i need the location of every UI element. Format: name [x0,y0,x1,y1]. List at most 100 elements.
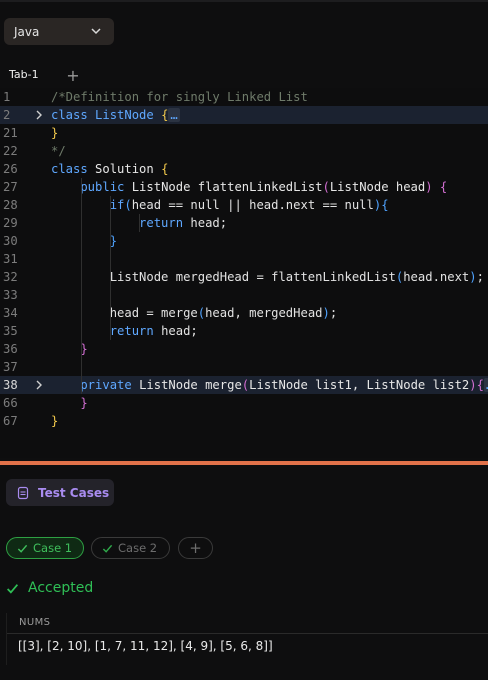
indent-guide [110,196,111,340]
code-token: } [51,234,118,248]
tab-1[interactable]: Tab-1 [0,60,56,91]
code-line[interactable]: 35 return head; [0,322,488,340]
code-line[interactable]: 67} [0,412,488,430]
code-line[interactable]: 34 head = merge(head, mergedHead); [0,304,488,322]
case-2-button[interactable]: Case 2 [91,537,170,559]
language-select[interactable]: Java [4,18,114,45]
code-token: return [51,324,162,338]
code-token: class [51,108,96,122]
code-line[interactable]: 26 class Solution { [0,160,488,178]
code-token: ( [322,180,330,194]
case-1-label: Case 1 [33,541,73,555]
tab-label: Tab-1 [9,68,39,81]
code-line[interactable]: 33 [0,286,488,304]
code-line[interactable]: 32 ListNode mergedHead = flattenLinkedLi… [0,268,488,286]
code-text: if(head == null || head.next == null){ [51,196,389,214]
code-token: … [483,378,488,392]
code-text: head = merge(head, mergedHead); [51,304,338,322]
code-token: /*Definition for singly Linked List [51,90,308,104]
code-text: class Solution { [51,160,168,178]
code-line[interactable]: 28 if(head == null || head.next == null)… [0,196,488,214]
case-2-label: Case 2 [118,541,158,555]
code-token: ListNode merge [139,378,242,392]
language-select-value: Java [14,24,40,39]
code-line[interactable]: 36 } [0,340,488,358]
code-token: head = merge [51,306,198,320]
case-1-button[interactable]: Case 1 [6,537,84,559]
code-line[interactable]: 30 } [0,232,488,250]
code-line[interactable]: 1 /*Definition for singly Linked List [0,88,488,106]
line-number: 22 [3,144,18,158]
code-line[interactable]: 27 public ListNode flattenLinkedList(Lis… [0,178,488,196]
code-token: ) [425,180,433,194]
line-number: 32 [3,270,18,284]
file-tab-bar: Tab-1 + [0,60,488,91]
add-tab-button[interactable]: + [64,65,82,85]
code-token: Solution [95,162,162,176]
input-value[interactable]: [[3], [2, 10], [1, 7, 11, 12], [4, 9], [… [18,639,273,653]
chevron-right-icon[interactable] [34,110,44,120]
code-text: /*Definition for singly Linked List [51,88,308,106]
code-token: ) [469,378,477,392]
code-text: public ListNode flattenLinkedList(ListNo… [51,178,447,196]
code-token: class [51,162,96,176]
code-text: return head; [51,322,198,340]
code-line[interactable]: 22 */ [0,142,488,160]
code-token: } [51,126,59,140]
code-text: } [51,394,87,412]
add-case-button[interactable]: + [178,537,213,559]
chevron-right-icon[interactable] [34,380,44,390]
input-nums: NUMS [[3], [2, 10], [1, 7, 11, 12], [4, … [6,613,488,665]
code-token: ) [469,270,477,284]
code-text: } [51,232,117,250]
code-line[interactable]: 2 class ListNode {… [0,106,488,124]
code-token: head; [161,324,198,338]
code-token: { [439,180,448,194]
tab-test-cases[interactable]: Test Cases [6,479,114,506]
plus-icon: + [66,65,80,85]
code-token: } [51,414,59,428]
code-line[interactable]: 31 [0,250,488,268]
code-token: return [51,216,191,230]
check-icon [7,583,19,594]
code-token: ListNode list1, ListNode list2 [249,378,470,392]
code-line[interactable]: 29 return head; [0,214,488,232]
code-editor[interactable]: 1 /*Definition for singly Linked List 2 cla… [0,88,488,458]
code-line[interactable]: 21} [0,124,488,142]
line-number: 29 [3,216,18,230]
line-number: 21 [3,126,18,140]
code-text: private ListNode merge(ListNode list1, L… [51,376,488,394]
code-line[interactable]: 38 private ListNode merge(ListNode list1… [0,376,488,394]
code-token: private [51,378,140,392]
code-token: ; [476,270,484,284]
indent-guide [81,178,82,394]
line-number: 38 [3,378,18,392]
test-cases-icon [17,486,29,499]
code-token: { [161,162,169,176]
line-number: 2 [3,108,11,122]
chevron-down-icon [91,28,101,35]
code-text: } [51,124,58,142]
divider [7,633,488,634]
line-number: 66 [3,396,18,410]
code-text: } [51,340,87,358]
plus-icon: + [189,539,202,557]
code-token: head, mergedHead [205,306,323,320]
code-token: ListNode [95,108,162,122]
line-number: 67 [3,414,18,428]
code-token: … [168,108,180,122]
line-number: 34 [3,306,18,320]
code-token: ListNode mergedHead = flattenLinkedList [51,270,396,284]
code-token: { [381,198,389,212]
code-line[interactable]: 66 } [0,394,488,412]
line-number: 35 [3,324,18,338]
code-token: head.next [403,270,470,284]
line-number: 31 [3,252,18,266]
code-line[interactable]: 37 [0,358,488,376]
code-token: ( [124,198,132,212]
code-text: ListNode mergedHead = flattenLinkedList(… [51,268,484,286]
line-number: 33 [3,288,18,302]
check-icon [17,544,28,553]
test-cases-label: Test Cases [38,485,110,500]
